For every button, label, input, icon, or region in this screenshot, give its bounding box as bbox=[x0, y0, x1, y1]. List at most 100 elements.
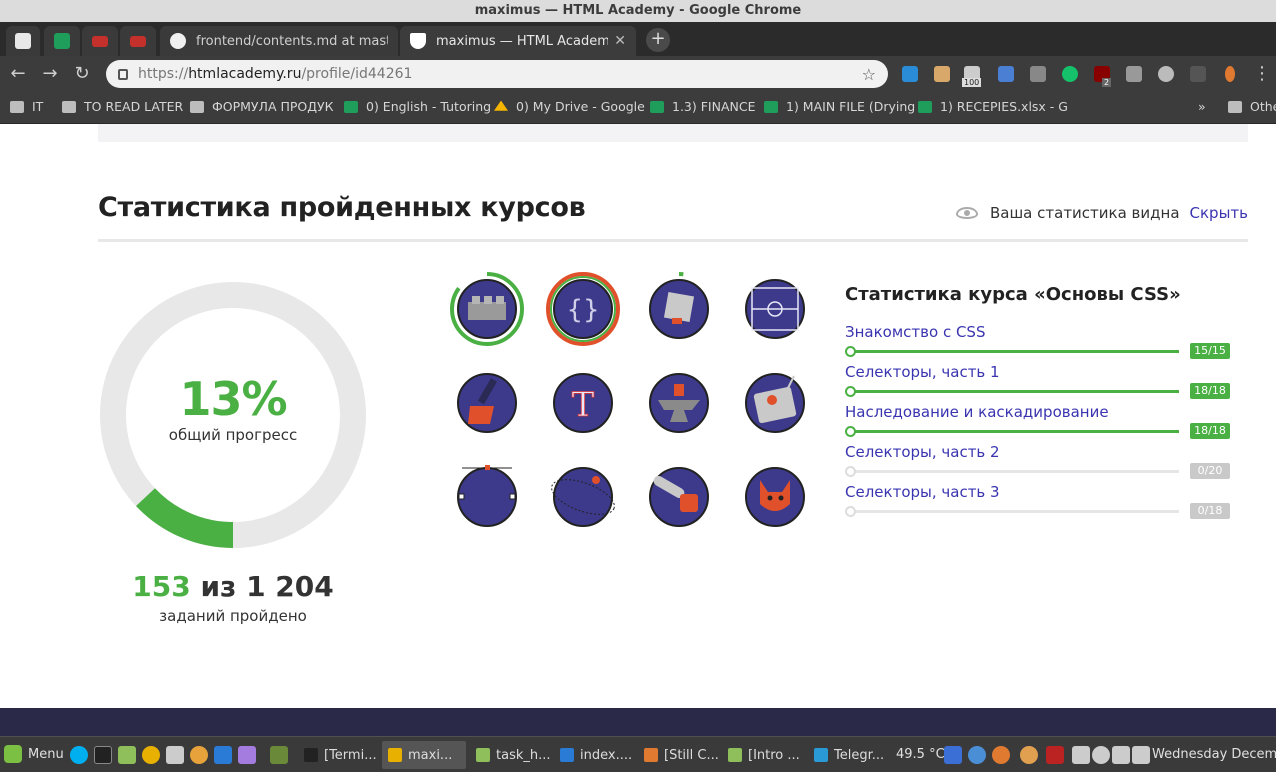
taskbar-window-button[interactable]: [Still C... bbox=[638, 741, 718, 769]
chainsaw-icon[interactable] bbox=[642, 460, 716, 534]
keyboard-layout-icon[interactable] bbox=[1046, 746, 1064, 764]
menu-kebab-icon[interactable]: ⋮ bbox=[1250, 62, 1274, 86]
extension-icon[interactable] bbox=[1158, 66, 1174, 82]
tab-trello[interactable] bbox=[6, 26, 40, 56]
bookmark-item[interactable]: 0) My Drive - Google bbox=[494, 99, 645, 114]
tray-icon[interactable] bbox=[968, 746, 986, 764]
workspace-icon[interactable] bbox=[270, 746, 288, 764]
curly-braces-icon[interactable]: {} bbox=[546, 272, 620, 346]
vector-circle-icon[interactable] bbox=[450, 460, 524, 534]
close-icon[interactable]: ✕ bbox=[614, 33, 626, 49]
robot-icon[interactable] bbox=[738, 366, 812, 440]
lesson-row[interactable]: Наследование и каскадирование 18/18 bbox=[845, 403, 1230, 443]
github-icon bbox=[170, 33, 186, 49]
overall-percent-label: общий прогресс bbox=[168, 426, 298, 444]
bookmark-item[interactable]: 1) MAIN FILE (Drying bbox=[764, 99, 915, 114]
lesson-row[interactable]: Знакомство с CSS 15/15 bbox=[845, 323, 1230, 363]
lesson-progress-dot bbox=[845, 386, 856, 397]
app-icon bbox=[304, 748, 318, 762]
lesson-progress-fill bbox=[849, 350, 1179, 353]
bookmark-item[interactable]: 1) RECEPIES.xlsx - G bbox=[918, 99, 1068, 114]
taskbar-window-button[interactable]: [Termi... bbox=[298, 741, 378, 769]
lesson-name[interactable]: Селекторы, часть 1 bbox=[845, 363, 1230, 381]
lego-brick-icon[interactable] bbox=[450, 272, 524, 346]
bookmark-item[interactable]: ФОРМУЛА ПРОДУК bbox=[190, 99, 334, 114]
bookmark-item[interactable]: Othe bbox=[1228, 99, 1276, 114]
lesson-progress-dot bbox=[845, 466, 856, 477]
rubiks-cube-icon[interactable] bbox=[642, 272, 716, 346]
files-icon[interactable] bbox=[118, 746, 136, 764]
tab-sheets[interactable] bbox=[44, 26, 80, 56]
address-bar[interactable]: https://htmlacademy.ru/profile/id44261 ☆ bbox=[106, 60, 888, 88]
lesson-row[interactable]: Селекторы, часть 3 0/18 bbox=[845, 483, 1230, 523]
bookmark-item[interactable]: 1.3) FINANCE bbox=[650, 99, 755, 114]
sheets-icon bbox=[764, 100, 778, 113]
lesson-name[interactable]: Наследование и каскадирование bbox=[845, 403, 1230, 421]
orbit-icon[interactable] bbox=[546, 460, 620, 534]
network-icon[interactable] bbox=[1132, 746, 1150, 764]
extension-icon[interactable] bbox=[1030, 66, 1046, 82]
firefox-icon[interactable] bbox=[190, 746, 208, 764]
tray-icon[interactable] bbox=[1020, 746, 1038, 764]
back-arrow-icon[interactable]: ← bbox=[6, 62, 30, 86]
anvil-icon[interactable] bbox=[642, 366, 716, 440]
letter-t-icon[interactable]: T bbox=[546, 366, 620, 440]
extension-icon[interactable] bbox=[902, 66, 918, 82]
tab-htmlacademy[interactable]: maximus — HTML Academy ✕ bbox=[400, 26, 636, 56]
taskbar-window-button[interactable]: task_h... bbox=[470, 741, 550, 769]
terminal-icon[interactable] bbox=[94, 746, 112, 764]
extension-icon[interactable] bbox=[1190, 66, 1206, 82]
trello-icon bbox=[15, 33, 31, 49]
vscode-icon[interactable] bbox=[214, 746, 232, 764]
visibility-status: Ваша статистика видна Скрыть bbox=[955, 204, 1248, 222]
fox-icon[interactable] bbox=[738, 460, 812, 534]
taskbar-window-button[interactable]: maxi... bbox=[382, 741, 466, 769]
new-tab-button[interactable]: + bbox=[646, 28, 670, 52]
skype-icon[interactable] bbox=[70, 746, 88, 764]
lesson-row[interactable]: Селекторы, часть 1 18/18 bbox=[845, 363, 1230, 403]
taskbar-window-button[interactable]: Telegr... bbox=[808, 741, 888, 769]
taskbar-window-button[interactable]: [Intro ... bbox=[722, 741, 802, 769]
lesson-count-badge: 18/18 bbox=[1190, 423, 1230, 439]
start-menu-button[interactable]: Menu bbox=[4, 745, 64, 763]
chrome-icon[interactable] bbox=[142, 746, 160, 764]
grammarly-icon[interactable] bbox=[1062, 66, 1078, 82]
tray-icon[interactable] bbox=[944, 746, 962, 764]
lock-icon bbox=[118, 68, 128, 80]
user-icon[interactable] bbox=[1092, 746, 1110, 764]
translate-icon[interactable] bbox=[998, 66, 1014, 82]
bookmarks-overflow-button[interactable]: » bbox=[1198, 99, 1206, 114]
bookmark-item[interactable]: 0) English - Tutoring bbox=[344, 99, 491, 114]
tab-github[interactable]: frontend/contents.md at maste bbox=[160, 26, 398, 56]
folder-icon bbox=[62, 100, 76, 113]
tab-youtube-1[interactable] bbox=[82, 26, 118, 56]
page-footer bbox=[0, 708, 1276, 736]
lesson-row[interactable]: Селекторы, часть 2 0/20 bbox=[845, 443, 1230, 483]
hide-stats-link[interactable]: Скрыть bbox=[1190, 204, 1248, 222]
bookmark-label: ФОРМУЛА ПРОДУК bbox=[212, 99, 334, 114]
tray-icon[interactable] bbox=[1072, 746, 1090, 764]
tray-icon[interactable] bbox=[992, 746, 1010, 764]
forward-arrow-icon[interactable]: → bbox=[38, 62, 62, 86]
reload-icon[interactable]: ↻ bbox=[70, 62, 94, 86]
lesson-progress-track bbox=[849, 430, 1179, 433]
url-path: /profile/id44261 bbox=[301, 66, 413, 82]
lesson-name[interactable]: Знакомство с CSS bbox=[845, 323, 1230, 341]
tab-strip: frontend/contents.md at maste maximus — … bbox=[0, 22, 1276, 56]
taskbar-window-button[interactable]: index.... bbox=[554, 741, 634, 769]
football-field-icon[interactable] bbox=[738, 272, 812, 346]
lesson-name[interactable]: Селекторы, часть 2 bbox=[845, 443, 1230, 461]
calculator-icon[interactable] bbox=[166, 746, 184, 764]
thumbs-up-icon[interactable] bbox=[1126, 66, 1142, 82]
extension-icon[interactable] bbox=[934, 66, 950, 82]
lesson-name[interactable]: Селекторы, часть 3 bbox=[845, 483, 1230, 501]
bookmark-item[interactable]: IT bbox=[10, 99, 43, 114]
tray-icon[interactable] bbox=[1112, 746, 1130, 764]
clock[interactable]: Wednesday December bbox=[1152, 747, 1276, 762]
extension-icon[interactable] bbox=[1225, 66, 1235, 82]
paint-brush-icon[interactable] bbox=[450, 366, 524, 440]
tab-youtube-2[interactable] bbox=[120, 26, 156, 56]
feather-icon[interactable] bbox=[238, 746, 256, 764]
bookmark-star-icon[interactable]: ☆ bbox=[862, 65, 876, 84]
bookmark-item[interactable]: TO READ LATER bbox=[62, 99, 183, 114]
